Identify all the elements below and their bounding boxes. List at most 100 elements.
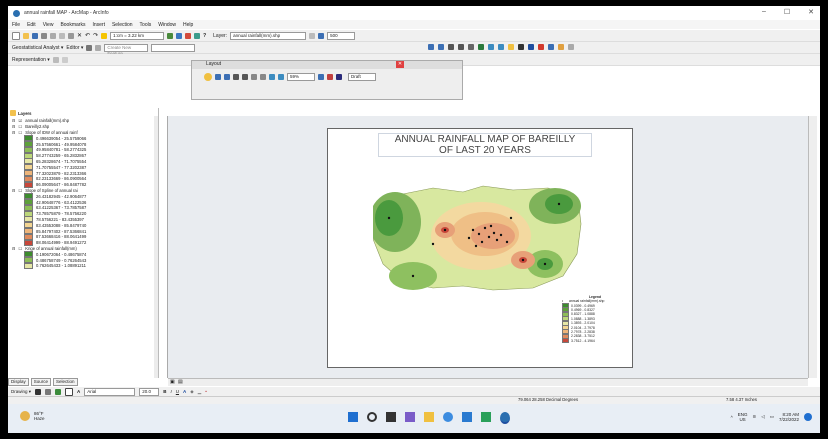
marker-color-icon[interactable]: • — [205, 389, 207, 394]
edge-browser-icon[interactable] — [443, 412, 453, 422]
layout-zoom-in-icon[interactable] — [215, 74, 221, 80]
layout-view-toggle-icon[interactable]: ▤ — [178, 379, 183, 385]
language-indicator[interactable]: ENG US — [738, 412, 748, 422]
class-color-swatch[interactable] — [24, 239, 33, 246]
representation-edit-icon[interactable] — [61, 56, 68, 63]
toc-layers-title[interactable]: Layers — [18, 111, 32, 116]
paste-icon[interactable] — [68, 32, 74, 39]
expand-collapse-icon[interactable]: ⊟ — [12, 130, 16, 135]
identify-icon[interactable] — [528, 44, 534, 50]
edit-tool-icon[interactable] — [86, 44, 93, 51]
command-line-icon[interactable] — [194, 32, 201, 39]
menu-selection[interactable]: Selection — [112, 22, 133, 28]
close-button[interactable]: ✕ — [808, 8, 814, 16]
redo-icon[interactable]: ↷ — [93, 32, 98, 39]
select-elements-pointer-icon[interactable] — [35, 388, 42, 395]
line-color-icon[interactable]: ▁ — [198, 389, 201, 395]
copy-icon[interactable] — [59, 32, 65, 39]
start-button-icon[interactable] — [348, 412, 358, 422]
globe-icon[interactable] — [318, 32, 325, 39]
task-dropdown[interactable]: Create New Feature — [104, 43, 149, 56]
rectangle-tool-icon[interactable] — [65, 387, 74, 396]
bold-button[interactable]: B — [163, 389, 166, 394]
fixed-zoom-out-icon[interactable] — [458, 44, 464, 50]
draft-dropdown[interactable]: Draft — [348, 73, 376, 81]
chat-icon[interactable] — [405, 412, 415, 422]
layer-dropdown[interactable]: annual rainfall(mm).shp — [230, 31, 307, 40]
zoom-whole-page-icon[interactable] — [251, 74, 257, 80]
minimize-button[interactable]: – — [762, 8, 766, 16]
menu-tools[interactable]: Tools — [140, 22, 152, 28]
file-explorer-icon[interactable] — [424, 412, 434, 422]
map-legend[interactable]: Legend • annual rainfall(mm).shp 0.0399 - … — [562, 295, 628, 344]
show-hidden-icons-icon[interactable]: ^ — [731, 415, 733, 420]
open-folder-icon[interactable] — [23, 32, 29, 39]
fixed-zoom-in-icon[interactable] — [448, 44, 454, 50]
select-features-icon[interactable] — [508, 44, 514, 50]
focus-data-frame-icon[interactable] — [327, 74, 333, 80]
forward-extent-icon[interactable] — [498, 44, 504, 50]
tab-display[interactable]: Display — [8, 378, 29, 386]
undo-icon[interactable]: ↶ — [85, 32, 90, 39]
menu-edit[interactable]: Edit — [27, 22, 36, 28]
layout-toolbar-titlebar[interactable]: Layout ✕ — [192, 61, 462, 69]
menu-insert[interactable]: Insert — [92, 22, 105, 28]
delete-icon[interactable]: ✕ — [77, 32, 82, 39]
task-view-icon[interactable] — [386, 412, 396, 422]
hyperlink-icon[interactable] — [558, 44, 564, 50]
drawing-menu[interactable]: Drawing ▾ — [11, 389, 31, 395]
menu-window[interactable]: Window — [158, 22, 176, 28]
save-icon[interactable] — [32, 32, 38, 39]
layer-visibility-checkbox[interactable]: ☐ — [19, 124, 23, 129]
underline-button[interactable]: U — [176, 389, 179, 394]
zoom-to-selected-icon[interactable] — [55, 388, 62, 395]
battery-icon[interactable]: ▭ — [770, 414, 774, 420]
find-icon[interactable] — [538, 44, 544, 50]
search-icon[interactable] — [367, 412, 377, 422]
font-size-dropdown[interactable]: 20.0 — [139, 387, 160, 396]
clock[interactable]: 8:20 AM 7/22/2022 — [779, 412, 799, 422]
back-extent-icon[interactable] — [488, 44, 494, 50]
representation-menu[interactable]: Representation ▾ — [12, 57, 50, 63]
fill-color-icon[interactable]: ◆ — [190, 389, 193, 395]
maximize-button[interactable]: ☐ — [784, 8, 790, 16]
font-color-icon[interactable]: A — [183, 389, 186, 394]
excel-icon[interactable] — [481, 412, 491, 422]
expand-collapse-icon[interactable]: ⊟ — [12, 118, 16, 123]
target-dropdown[interactable] — [151, 43, 196, 52]
class-color-swatch[interactable] — [24, 181, 33, 188]
expand-collapse-icon[interactable]: ⊟ — [12, 124, 16, 129]
zoom-100-percent-icon[interactable] — [260, 74, 266, 80]
layer-visibility-checkbox[interactable]: ☐ — [19, 188, 23, 193]
speaker-icon[interactable]: ◁ — [761, 414, 764, 420]
class-color-swatch[interactable] — [24, 262, 33, 269]
zoom-in-icon[interactable] — [428, 44, 434, 50]
sketch-tool-icon[interactable] — [95, 44, 102, 51]
table-of-contents-icon[interactable] — [176, 32, 183, 39]
store-icon[interactable] — [462, 412, 472, 422]
full-extent-icon[interactable] — [478, 44, 484, 50]
menu-help[interactable]: Help — [183, 22, 193, 28]
layer-visibility-checkbox[interactable]: ☑ — [19, 118, 23, 123]
layout-pan-icon[interactable] — [204, 73, 212, 81]
text-tool-icon[interactable]: A — [77, 389, 80, 394]
tab-source[interactable]: Source — [30, 378, 52, 386]
tab-selection[interactable]: Selection — [53, 378, 78, 386]
cut-icon[interactable] — [50, 32, 56, 39]
geostatistical-analyst-menu[interactable]: Geostatistical Analyst ▾ — [12, 45, 63, 51]
toc-class-row[interactable]: 0.762645433 - 1.08891211 — [8, 262, 158, 269]
layout-forward-icon[interactable] — [278, 74, 284, 80]
representation-select-icon[interactable] — [52, 56, 59, 63]
italic-button[interactable]: I — [171, 389, 172, 394]
toggle-draft-mode-icon[interactable] — [318, 74, 324, 80]
data-view-toggle-icon[interactable]: ▣ — [170, 379, 175, 385]
layout-fixed-zoom-out-icon[interactable] — [242, 74, 248, 80]
layout-fixed-zoom-in-icon[interactable] — [233, 74, 239, 80]
toc-scrollbar[interactable] — [154, 116, 158, 378]
notifications-icon[interactable] — [804, 413, 812, 421]
zoom-out-icon[interactable] — [438, 44, 444, 50]
layer-visibility-checkbox[interactable]: ☐ — [19, 246, 23, 251]
change-layout-icon[interactable] — [336, 74, 342, 80]
weather-widget[interactable]: 86°F Haze — [20, 411, 45, 421]
horizontal-scrollbar[interactable]: ▣ ▤ — [168, 378, 808, 386]
